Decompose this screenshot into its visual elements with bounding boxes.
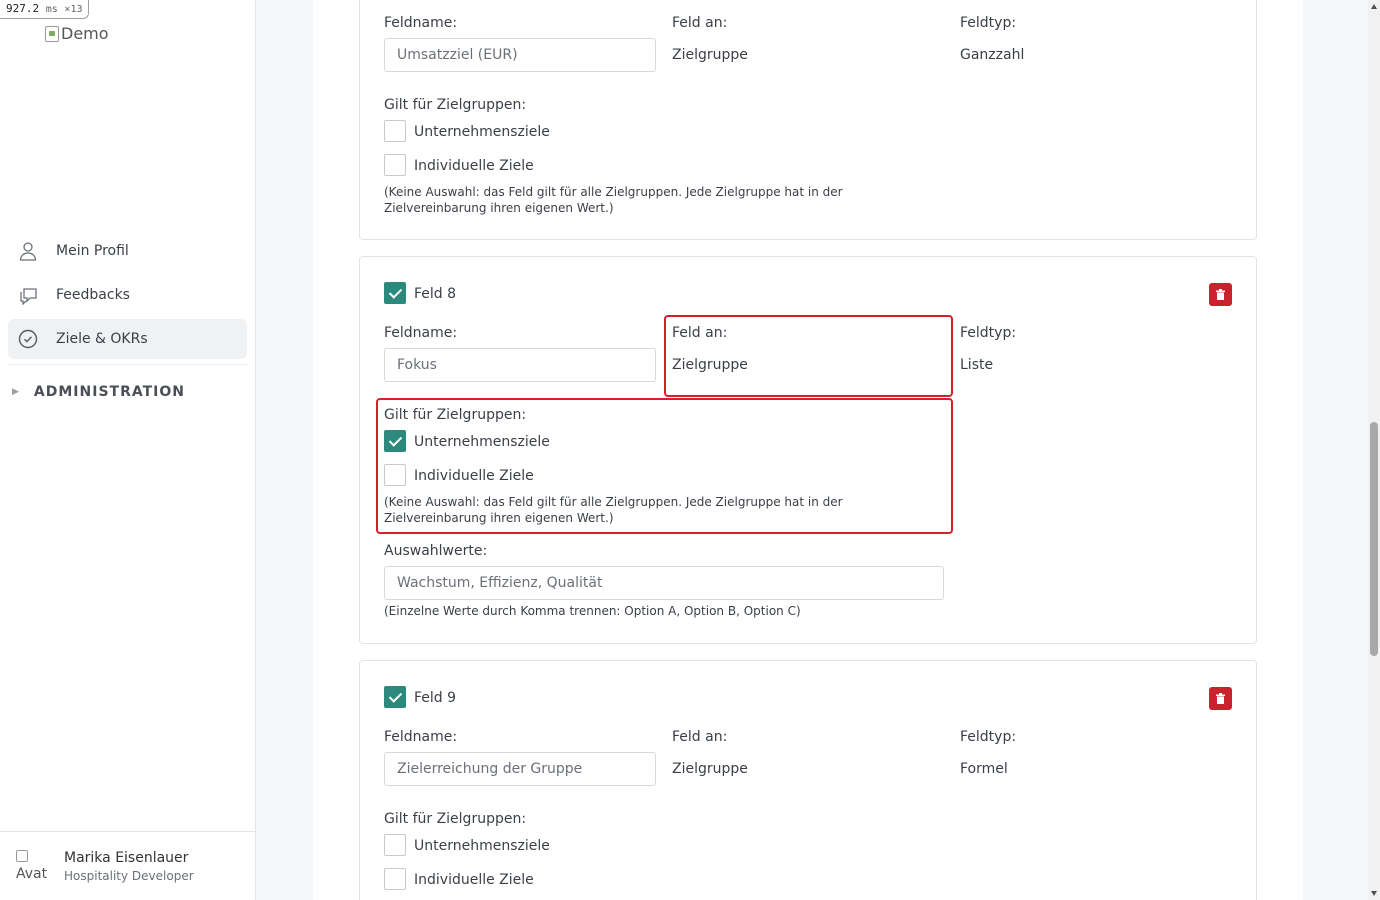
main-nav: Mein Profil Feedbacks Ziele & OKRs <box>8 231 247 363</box>
user-name: Marika Eisenlauer <box>64 850 189 866</box>
options-input[interactable]: Wachstum, Effizienz, Qualität <box>384 566 944 600</box>
field-title: Feld 9 <box>414 690 457 706</box>
field-on-label: Feld an: <box>672 325 728 341</box>
field-name-label: Feldname: <box>384 325 458 341</box>
nav-item-feedbacks[interactable]: Feedbacks <box>8 275 247 315</box>
scroll-down-icon[interactable] <box>1371 891 1377 896</box>
company-goals-checkbox[interactable] <box>384 120 406 142</box>
content-panel: Feldname: Feld an: Feldtyp: Umsatzziel (… <box>313 0 1303 900</box>
scrollbar-thumb[interactable] <box>1370 422 1378 656</box>
trash-icon <box>1216 693 1225 704</box>
individual-goals-label: Individuelle Ziele <box>414 158 534 174</box>
options-label: Auswahlwerte: <box>384 543 488 559</box>
delete-field-button[interactable] <box>1209 687 1232 710</box>
field-name-input[interactable]: Zielerreichung der Gruppe <box>384 752 656 786</box>
field-name-input[interactable]: Fokus <box>384 348 656 382</box>
field-name-label: Feldname: <box>384 729 458 745</box>
field-type-value: Ganzzahl <box>960 47 1025 63</box>
nav-item-label: Mein Profil <box>56 243 129 259</box>
main-area: Feldname: Feld an: Feldtyp: Umsatzziel (… <box>256 0 1368 900</box>
performance-badge: 927.2 ms ×13 <box>0 0 90 19</box>
field-card-7: Feldname: Feld an: Feldtyp: Umsatzziel (… <box>359 0 1257 240</box>
nav-item-mein-profil[interactable]: Mein Profil <box>8 231 247 271</box>
broken-image-icon <box>16 850 28 862</box>
avatar: Avat <box>16 850 50 884</box>
field-on-value: Zielgruppe <box>672 357 748 373</box>
individual-goals-checkbox[interactable] <box>384 154 406 176</box>
nav-item-ziele-okrs[interactable]: Ziele & OKRs <box>8 319 247 359</box>
field-card-8: Feld 8 Feldname: Feld an: Feldtyp: Fokus… <box>359 256 1257 644</box>
trash-icon <box>1216 289 1225 300</box>
field-title: Feld 8 <box>414 286 457 302</box>
field-type-label: Feldtyp: <box>960 325 1017 341</box>
sidebar: Demo Mein Profil Feedbacks Ziele & OKRs <box>0 0 256 900</box>
user-panel[interactable]: Avat Marika Eisenlauer Hospitality Devel… <box>0 831 255 900</box>
options-hint: (Einzelne Werte durch Komma trennen: Opt… <box>384 604 801 618</box>
nav-divider <box>8 364 247 365</box>
perf-count: ×13 <box>64 4 83 15</box>
target-groups-hint: (Keine Auswahl: das Feld gilt für alle Z… <box>384 185 843 215</box>
field-type-value: Liste <box>960 357 994 373</box>
logo-alt-text: Demo <box>61 24 109 43</box>
target-groups-hint: (Keine Auswahl: das Feld gilt für alle Z… <box>384 495 843 525</box>
page-scrollbar[interactable] <box>1368 0 1380 900</box>
caret-right-icon: ▶ <box>12 387 20 397</box>
company-goals-checkbox[interactable] <box>384 834 406 856</box>
field-type-label: Feldtyp: <box>960 729 1017 745</box>
perf-value: 927.2 <box>6 2 40 15</box>
field-card-9: Feld 9 Feldname: Feld an: Feldtyp: Ziele… <box>359 660 1257 900</box>
broken-image-icon <box>45 25 59 42</box>
chat-icon <box>20 288 37 305</box>
company-goals-label: Unternehmensziele <box>414 838 550 854</box>
nav-item-label: Feedbacks <box>56 287 130 303</box>
field-name-label: Feldname: <box>384 15 458 31</box>
perf-unit: ms <box>45 4 58 15</box>
field-enabled-checkbox[interactable] <box>384 282 406 304</box>
logo[interactable]: Demo <box>45 24 109 43</box>
individual-goals-label: Individuelle Ziele <box>414 468 534 484</box>
individual-goals-label: Individuelle Ziele <box>414 872 534 888</box>
avatar-alt-text: Avat <box>16 866 48 882</box>
nav-item-label: Ziele & OKRs <box>56 331 148 347</box>
field-on-label: Feld an: <box>672 15 728 31</box>
field-name-input[interactable]: Umsatzziel (EUR) <box>384 38 656 72</box>
field-type-label: Feldtyp: <box>960 15 1017 31</box>
applies-to-label: Gilt für Zielgruppen: <box>384 407 527 423</box>
administration-section-toggle[interactable]: ▶ ADMINISTRATION <box>12 384 185 400</box>
user-icon <box>19 242 37 261</box>
field-enabled-checkbox[interactable] <box>384 686 406 708</box>
delete-field-button[interactable] <box>1209 283 1232 306</box>
company-goals-checkbox[interactable] <box>384 430 406 452</box>
field-type-value: Formel <box>960 761 1008 777</box>
individual-goals-checkbox[interactable] <box>384 464 406 486</box>
scroll-up-icon[interactable] <box>1371 4 1377 9</box>
applies-to-label: Gilt für Zielgruppen: <box>384 97 527 113</box>
individual-goals-checkbox[interactable] <box>384 868 406 890</box>
company-goals-label: Unternehmensziele <box>414 124 550 140</box>
field-on-value: Zielgruppe <box>672 47 748 63</box>
field-on-label: Feld an: <box>672 729 728 745</box>
field-on-value: Zielgruppe <box>672 761 748 777</box>
applies-to-label: Gilt für Zielgruppen: <box>384 811 527 827</box>
company-goals-label: Unternehmensziele <box>414 434 550 450</box>
check-circle-icon <box>18 329 38 349</box>
administration-label: ADMINISTRATION <box>33 384 185 400</box>
user-role: Hospitality Developer <box>64 869 194 883</box>
